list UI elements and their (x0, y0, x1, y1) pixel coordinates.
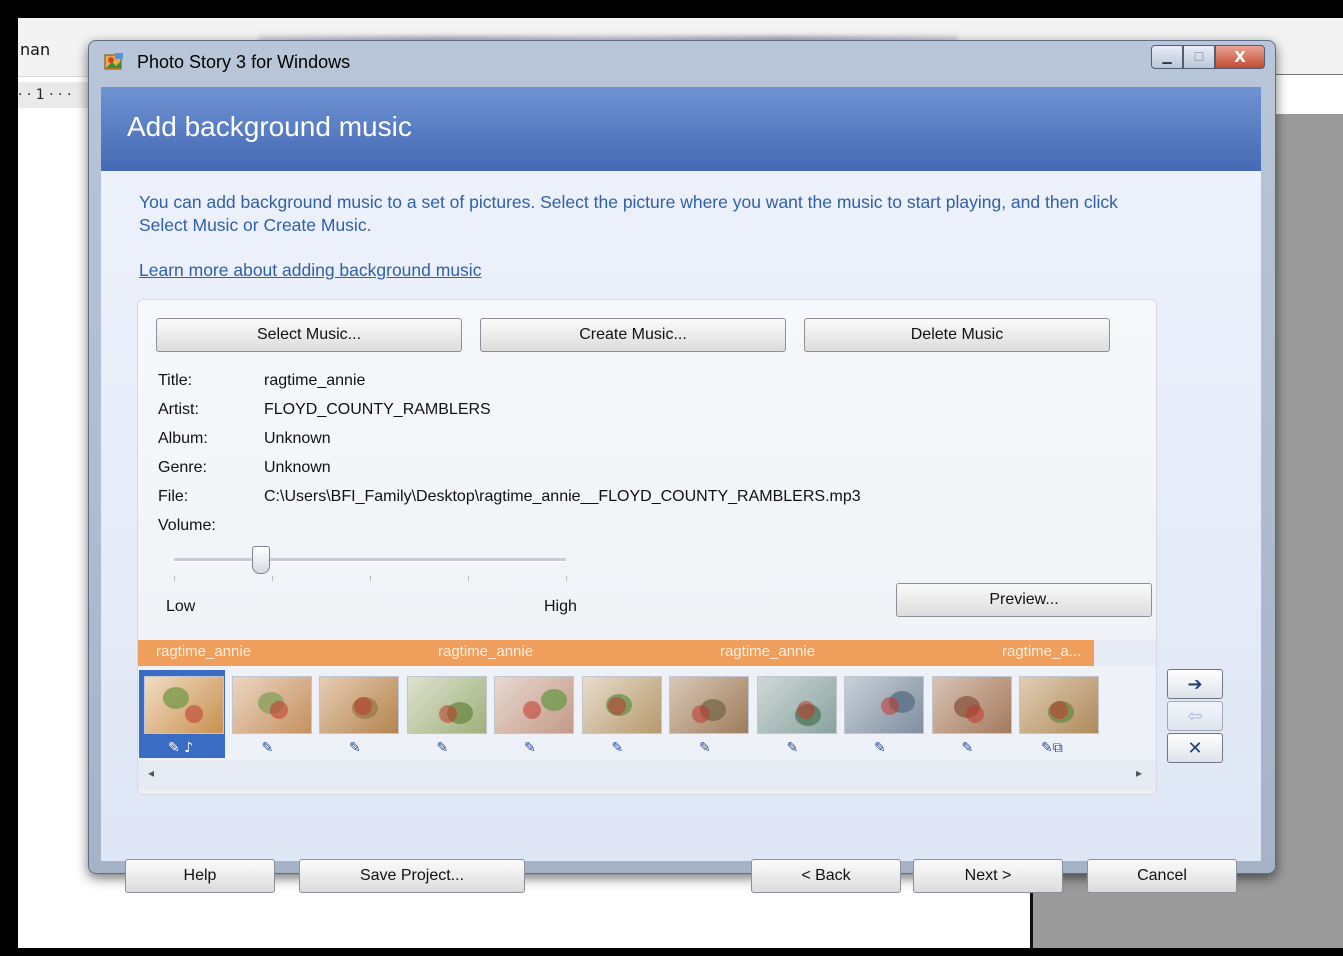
select-music-button[interactable]: Select Music... (156, 318, 462, 352)
background-ruler: · · 1 · · · (18, 82, 98, 108)
photo-story-app-icon (104, 53, 123, 70)
close-button[interactable]: X (1215, 45, 1265, 69)
album-label: Album: (158, 430, 208, 447)
move-left-button[interactable]: ⇦ (1167, 701, 1223, 731)
music-track-label: ragtime_annie (720, 643, 816, 660)
scroll-left-icon[interactable]: ◂ (148, 766, 154, 780)
remove-picture-button[interactable]: ✕ (1167, 733, 1223, 763)
delete-music-button[interactable]: Delete Music (804, 318, 1110, 352)
volume-slider-thumb[interactable] (252, 546, 271, 574)
move-right-button[interactable]: ➔ (1167, 669, 1223, 699)
window-controls: ▁ ☐ X (1151, 45, 1265, 69)
title-bar[interactable]: Photo Story 3 for Windows ▁ ☐ X (89, 41, 1275, 85)
picture-edit-icon[interactable]: ✎ (612, 740, 624, 756)
artist-value: FLOYD_COUNTY_RAMBLERS (264, 401, 491, 418)
title-value: ragtime_annie (264, 372, 366, 389)
volume-label: Volume: (158, 517, 216, 534)
background-right-panel-top (1265, 74, 1343, 115)
save-project-button[interactable]: Save Project... (299, 859, 525, 893)
picture-edit-icon[interactable]: ✎⧉ (1041, 740, 1063, 756)
volume-tick (174, 576, 175, 581)
album-value: Unknown (264, 430, 331, 447)
back-button[interactable]: < Back (751, 859, 901, 893)
picture-edit-icon[interactable]: ✎ (349, 740, 361, 756)
picture-thumbnail[interactable] (756, 676, 837, 734)
maximize-button[interactable]: ☐ (1183, 45, 1215, 69)
title-label: Title: (158, 372, 193, 389)
picture-thumbnail[interactable] (581, 676, 662, 734)
volume-tick (468, 576, 469, 581)
minimize-button[interactable]: ▁ (1151, 45, 1183, 69)
picture-thumbnail[interactable] (494, 676, 574, 734)
background-doc-text: nan (20, 40, 51, 59)
volume-high-label: High (544, 598, 577, 615)
picture-edit-icon[interactable]: ✎ (874, 740, 886, 756)
picture-edit-icon[interactable]: ✎ (262, 740, 274, 756)
filmstrip-scrollbar[interactable]: ◂ ▸ (138, 760, 1156, 790)
picture-edit-icon[interactable]: ✎ (699, 740, 711, 756)
create-music-button[interactable]: Create Music... (480, 318, 786, 352)
volume-tick (566, 576, 567, 581)
picture-thumbnail[interactable] (669, 676, 749, 734)
help-button[interactable]: Help (125, 859, 275, 893)
page-header: Add background music (101, 87, 1261, 171)
right-arrow-icon: ➔ (1187, 673, 1203, 695)
picture-edit-icon[interactable]: ✎ (437, 740, 449, 756)
volume-slider-track[interactable] (174, 558, 566, 562)
genre-value: Unknown (264, 459, 331, 476)
picture-thumbnail[interactable] (844, 676, 924, 734)
picture-thumbnail[interactable] (231, 676, 312, 734)
music-track-empty (1094, 640, 1156, 666)
content-area: You can add background music to a set of… (101, 171, 1261, 893)
music-track-bar[interactable]: ragtime_annie ragtime_annie ragtime_anni… (138, 640, 1094, 666)
picture-edit-icon[interactable]: ✎ ♪ (168, 740, 193, 756)
artist-label: Artist: (158, 401, 199, 418)
next-button[interactable]: Next > (913, 859, 1063, 893)
genre-label: Genre: (158, 459, 207, 476)
file-label: File: (158, 488, 189, 505)
picture-thumbnail[interactable] (931, 676, 1012, 734)
picture-edit-icon[interactable]: ✎ (524, 740, 536, 756)
preview-button[interactable]: Preview... (896, 583, 1152, 617)
picture-thumbnail[interactable] (144, 676, 224, 734)
learn-more-link[interactable]: Learn more about adding background music (139, 260, 481, 281)
picture-thumbnail[interactable] (319, 676, 399, 734)
music-panel: Select Music... Create Music... Delete M… (137, 299, 1157, 795)
remove-icon: ✕ (1187, 737, 1203, 759)
file-value: C:\Users\BFI_Family\Desktop\ragtime_anni… (264, 488, 861, 505)
scroll-right-icon[interactable]: ▸ (1136, 766, 1142, 780)
music-track-label: ragtime_a... (1002, 643, 1082, 660)
window-title: Photo Story 3 for Windows (137, 52, 351, 72)
left-arrow-icon: ⇦ (1187, 705, 1203, 727)
photo-story-window: Photo Story 3 for Windows ▁ ☐ X Add back… (88, 40, 1276, 893)
music-track-label: ragtime_annie (156, 643, 252, 660)
picture-thumbnail[interactable] (1019, 676, 1099, 734)
picture-thumbnail[interactable] (406, 676, 487, 734)
volume-tick (272, 576, 273, 581)
volume-low-label: Low (166, 598, 196, 615)
instructions-text: You can add background music to a set of… (139, 192, 1118, 235)
filmstrip: ✎ ♪ ✎ ✎ ✎ ✎ ✎ ✎ ✎ ✎ ✎ ✎⧉ (138, 670, 1156, 760)
page-title: Add background music (127, 111, 412, 142)
picture-edit-icon[interactable]: ✎ (962, 740, 974, 756)
volume-tick (370, 576, 371, 581)
cancel-button[interactable]: Cancel (1087, 859, 1237, 893)
picture-edit-icon[interactable]: ✎ (787, 740, 799, 756)
music-track-label: ragtime_annie (438, 643, 534, 660)
